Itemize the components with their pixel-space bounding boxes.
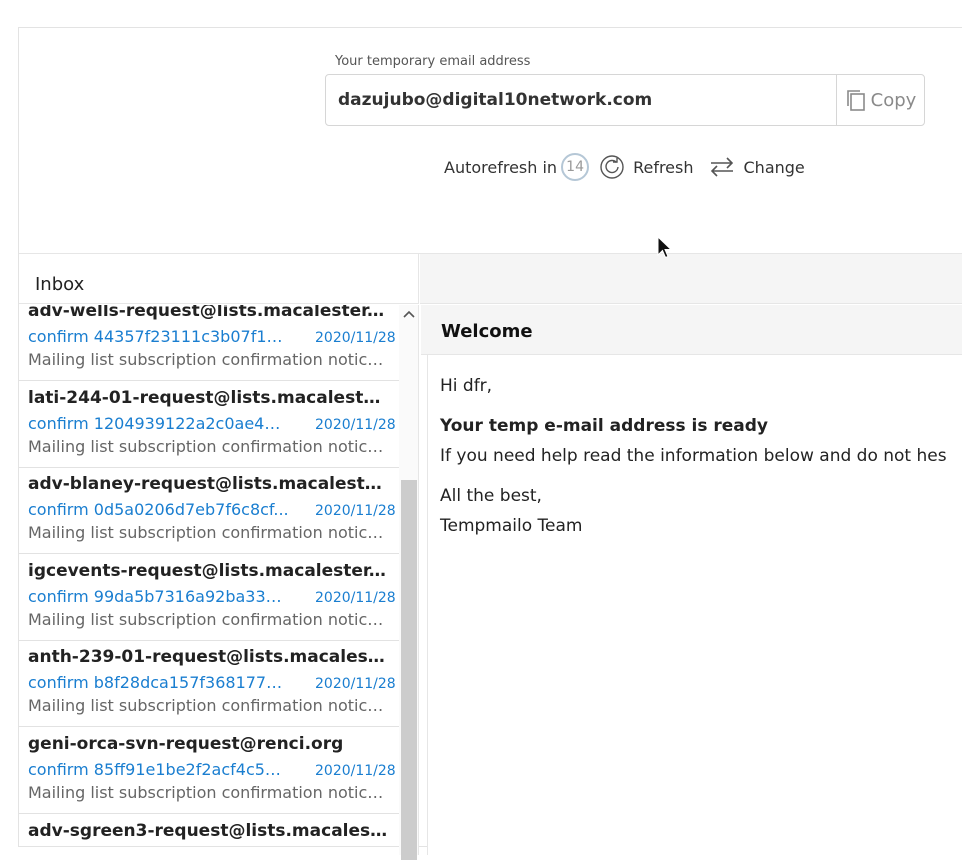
message-team: Tempmailo Team <box>440 516 583 536</box>
copy-button[interactable]: Copy <box>836 75 924 125</box>
item-from: adv-sgreen3-request@lists.macalester.... <box>28 821 390 841</box>
inbox-scrollbar[interactable] <box>399 305 419 860</box>
item-from: adv-wells-request@lists.macalester.edu <box>28 305 390 321</box>
item-from: adv-blaney-request@lists.macalester.... <box>28 474 390 494</box>
list-item[interactable]: adv-sgreen3-request@lists.macalester.... <box>19 815 399 855</box>
mouse-pointer-icon <box>657 236 673 259</box>
inbox-title: Inbox <box>35 274 85 295</box>
item-subject: confirm 1204939122a2c0ae4e8... <box>28 414 290 433</box>
message-title: Welcome <box>441 321 533 342</box>
message-body: Hi dfr, Your temp e-mail address is read… <box>427 355 962 855</box>
change-button[interactable]: Change <box>744 158 805 177</box>
refresh-icon[interactable] <box>599 154 625 180</box>
message-text: If you need help read the information be… <box>440 446 947 466</box>
address-label: Your temporary email address <box>335 54 531 69</box>
message-header: Welcome <box>421 305 962 355</box>
item-subject: confirm b8f28dca157f3681772d... <box>28 673 290 692</box>
item-from: anth-239-01-request@lists.macalester.... <box>28 647 390 667</box>
message-headline: Your temp e-mail address is ready <box>440 416 769 436</box>
item-subject: confirm 99da5b7316a92ba3315... <box>28 587 290 606</box>
item-preview: Mailing list subscription confirmation n… <box>28 350 392 369</box>
item-subject: confirm 44357f23111c3b07f124... <box>28 327 290 346</box>
list-item[interactable]: igcevents-request@lists.macalester.edu c… <box>19 555 399 641</box>
inbox-list: adv-wells-request@lists.macalester.edu c… <box>19 305 399 855</box>
refresh-actions: Autorefresh in 14 Refresh Change <box>444 152 819 182</box>
item-preview: Mailing list subscription confirmation n… <box>28 696 392 715</box>
item-preview: Mailing list subscription confirmation n… <box>28 437 392 456</box>
scrollbar-thumb[interactable] <box>401 480 417 860</box>
copy-label: Copy <box>870 89 917 111</box>
message-toolbar <box>420 254 962 304</box>
item-from: geni-orca-svn-request@renci.org <box>28 734 344 754</box>
chevron-up-icon[interactable] <box>402 307 416 321</box>
address-value[interactable]: dazujubo@digital10network.com <box>338 90 652 110</box>
item-date: 2020/11/28 <box>315 676 396 692</box>
app-frame: Your temporary email address dazujubo@di… <box>18 27 962 860</box>
item-date: 2020/11/28 <box>315 417 396 433</box>
list-item[interactable]: adv-wells-request@lists.macalester.edu c… <box>19 305 399 381</box>
item-date: 2020/11/28 <box>315 590 396 606</box>
address-header: Your temporary email address dazujubo@di… <box>19 28 962 254</box>
item-subject: confirm 0d5a0206d7eb7f6c8cf... <box>28 500 289 519</box>
item-date: 2020/11/28 <box>315 330 396 346</box>
list-item[interactable]: geni-orca-svn-request@renci.org confirm … <box>19 728 399 814</box>
item-date: 2020/11/28 <box>315 763 396 779</box>
list-item[interactable]: lati-244-01-request@lists.macalester.e..… <box>19 382 399 468</box>
item-preview: Mailing list subscription confirmation n… <box>28 610 392 629</box>
address-box: dazujubo@digital10network.com Copy <box>325 74 925 126</box>
list-item[interactable]: anth-239-01-request@lists.macalester....… <box>19 641 399 727</box>
swap-icon[interactable] <box>708 156 736 178</box>
refresh-button[interactable]: Refresh <box>633 158 693 177</box>
item-preview: Mailing list subscription confirmation n… <box>28 783 392 802</box>
item-from: lati-244-01-request@lists.macalester.e..… <box>28 388 390 408</box>
item-subject: confirm 85ff91e1be2f2acf4c5e3... <box>28 760 290 779</box>
autorefresh-countdown: 14 <box>561 153 590 181</box>
message-greeting: Hi dfr, <box>440 376 493 396</box>
copy-icon <box>846 90 865 111</box>
item-preview: Mailing list subscription confirmation n… <box>28 523 392 542</box>
item-from: igcevents-request@lists.macalester.edu <box>28 561 390 581</box>
autorefresh-label: Autorefresh in <box>444 157 558 177</box>
item-date: 2020/11/28 <box>315 503 396 519</box>
list-item[interactable]: adv-blaney-request@lists.macalester.... … <box>19 468 399 554</box>
message-signoff: All the best, <box>440 486 542 506</box>
inbox-header: Inbox <box>19 254 419 304</box>
